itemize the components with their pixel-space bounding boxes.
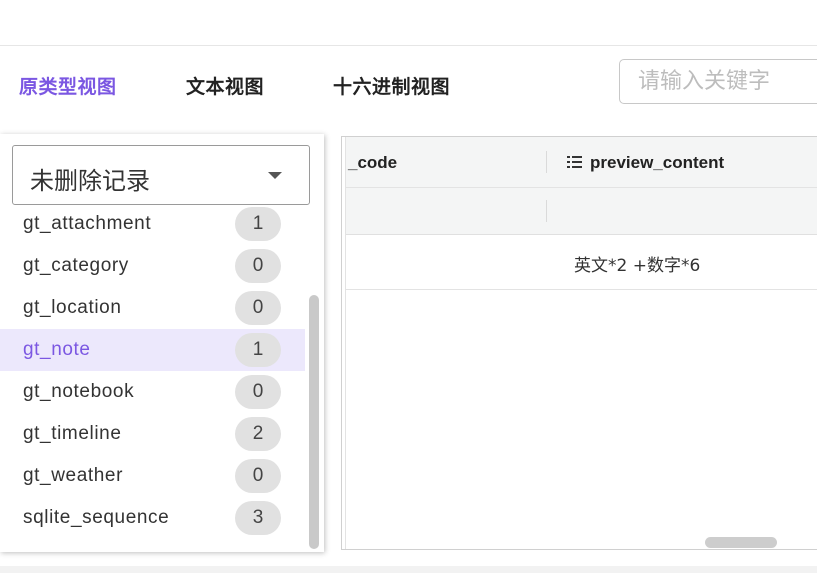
list-item-gt-weather[interactable]: gt_weather 0 <box>0 455 305 497</box>
table-name: gt_timeline <box>23 423 122 444</box>
grid-body: _code preview_content 英文*2 +数字*6 <box>345 137 817 549</box>
top-bar <box>0 0 817 46</box>
list-item-gt-notebook[interactable]: gt_notebook 0 <box>0 371 305 413</box>
list-item-sqlite-sequence[interactable]: sqlite_sequence 3 <box>0 497 305 539</box>
column-divider <box>546 200 547 222</box>
record-filter-select[interactable]: 未删除记录 <box>12 145 310 205</box>
count-badge: 0 <box>235 249 281 283</box>
count-badge: 1 <box>235 207 281 241</box>
count-badge: 1 <box>235 333 281 367</box>
column-header-code[interactable]: _code <box>348 153 397 173</box>
grid-filter-row <box>346 188 817 235</box>
grid-horizontal-scrollbar[interactable] <box>705 537 777 548</box>
table-name: gt_location <box>23 297 122 318</box>
cell-preview-content: 英文*2 +数字*6 <box>574 256 701 276</box>
count-badge: 3 <box>235 501 281 535</box>
caret-down-icon <box>268 172 282 179</box>
count-badge: 0 <box>235 375 281 409</box>
tab-text-view[interactable]: 文本视图 <box>186 72 264 99</box>
count-badge: 2 <box>235 417 281 451</box>
table-name: sqlite_sequence <box>23 507 170 528</box>
list-vertical-scrollbar[interactable] <box>309 295 319 549</box>
list-item-gt-attachment[interactable]: gt_attachment 1 <box>0 203 305 245</box>
table-row[interactable]: 英文*2 +数字*6 <box>346 235 817 290</box>
table-name: gt_attachment <box>23 213 152 234</box>
column-divider[interactable] <box>546 151 547 173</box>
table-name: gt_category <box>23 255 129 276</box>
table-list: gt_attachment 1 gt_category 0 gt_locatio… <box>0 203 305 552</box>
table-list-panel: 未删除记录 gt_attachment 1 gt_category 0 gt_l… <box>0 134 324 552</box>
list-item-gt-timeline[interactable]: gt_timeline 2 <box>0 413 305 455</box>
list-item-gt-category[interactable]: gt_category 0 <box>0 245 305 287</box>
table-name: gt_notebook <box>23 381 135 402</box>
count-badge: 0 <box>235 291 281 325</box>
list-item-gt-location[interactable]: gt_location 0 <box>0 287 305 329</box>
table-name: gt_note <box>23 339 91 360</box>
table-name: gt_weather <box>23 465 124 486</box>
list-item-gt-note[interactable]: gt_note 1 <box>0 329 305 371</box>
search-box <box>619 59 817 104</box>
record-filter-value: 未删除记录 <box>30 167 150 195</box>
count-badge: 0 <box>235 459 281 493</box>
bottom-bar <box>0 566 817 573</box>
search-input[interactable] <box>620 60 817 103</box>
data-grid: _code preview_content 英文*2 +数字*6 <box>341 136 817 550</box>
tab-hex-view[interactable]: 十六进制视图 <box>333 72 450 99</box>
grid-header-row: _code preview_content <box>346 137 817 188</box>
tab-raw-type-view[interactable]: 原类型视图 <box>19 72 117 99</box>
column-header-preview-content[interactable]: preview_content <box>590 153 724 173</box>
list-icon <box>567 156 582 170</box>
